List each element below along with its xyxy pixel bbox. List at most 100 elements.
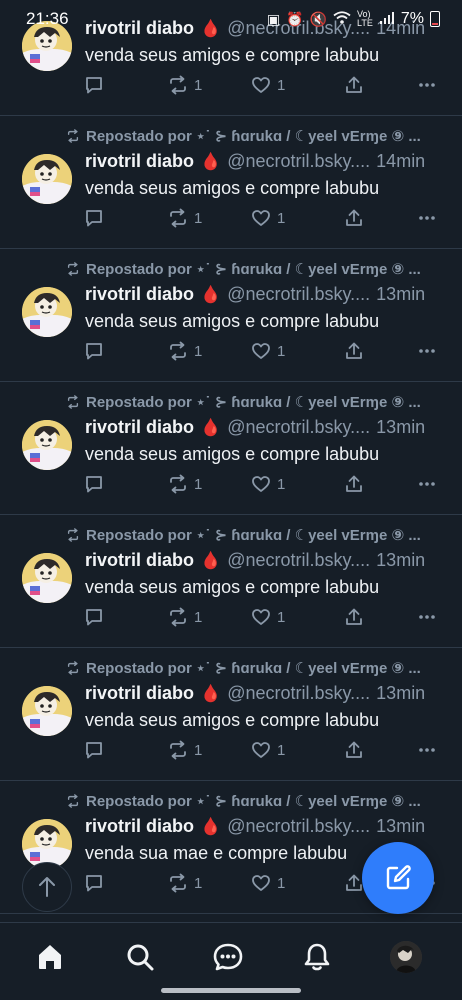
author-name[interactable]: rivotril diabo [85, 151, 194, 172]
more-options-button[interactable] [417, 341, 437, 361]
repost-button[interactable]: 1 [168, 607, 202, 627]
feed-post[interactable]: Repostado por ⋆˙ ⊱ ɦɑrukɑ / ☾yeel vErɱe … [0, 648, 462, 781]
feed-post[interactable]: Repostado por ⋆˙ ⊱ ɦɑrukɑ / ☾yeel vErɱe … [0, 515, 462, 648]
like-button[interactable]: 1 [251, 607, 285, 627]
repost-button[interactable]: 1 [168, 474, 202, 494]
heart-icon [251, 607, 271, 627]
share-button[interactable] [344, 740, 364, 760]
post-text: venda seus amigos e compre labubu [85, 710, 380, 730]
author-name[interactable]: rivotril diabo [85, 417, 194, 438]
share-button[interactable] [344, 208, 364, 228]
repost-button[interactable]: 1 [168, 208, 202, 228]
author-avatar[interactable] [22, 154, 72, 204]
reply-button[interactable] [84, 873, 110, 893]
share-button[interactable] [344, 75, 364, 95]
share-button[interactable] [344, 873, 364, 893]
profile-avatar [390, 941, 422, 973]
share-button[interactable] [344, 341, 364, 361]
more-options-button[interactable] [417, 740, 437, 760]
reply-button[interactable] [84, 740, 110, 760]
nav-search-button[interactable] [120, 937, 160, 977]
repost-indicator[interactable]: Repostado por ⋆˙ ⊱ ɦɑrukɑ / ☾yeel vErɱe … [66, 525, 421, 545]
reply-button[interactable] [84, 341, 110, 361]
like-button[interactable]: 1 [251, 75, 285, 95]
like-count: 1 [277, 741, 286, 759]
repost-indicator[interactable]: Repostado por ⋆˙ ⊱ ɦɑrukɑ / ☾yeel vErɱe … [66, 791, 421, 811]
author-avatar[interactable] [22, 686, 72, 736]
repost-small-icon [66, 661, 80, 675]
author-handle[interactable]: @necrotril.bsky.... [227, 683, 370, 704]
nav-chat-button[interactable] [208, 937, 248, 977]
reply-button[interactable] [84, 75, 110, 95]
author-name[interactable]: rivotril diabo [85, 284, 194, 305]
feed-post[interactable]: Repostado por ⋆˙ ⊱ ɦɑrukɑ / ☾yeel vErɱe … [0, 249, 462, 382]
post-time[interactable]: 13min [376, 284, 425, 305]
repost-icon [168, 740, 188, 760]
sd-card-icon: ▣ [266, 10, 281, 27]
nav-notifications-button[interactable] [297, 937, 337, 977]
author-avatar[interactable] [22, 553, 72, 603]
like-button[interactable]: 1 [251, 341, 285, 361]
reposted-by-label: Repostado por ⋆˙ ⊱ ɦɑrukɑ / ☾yeel vErɱe … [86, 527, 421, 544]
more-icon [417, 341, 437, 361]
more-options-button[interactable] [417, 474, 437, 494]
share-button[interactable] [344, 474, 364, 494]
author-handle[interactable]: @necrotril.bsky.... [227, 417, 370, 438]
post-time[interactable]: 13min [376, 683, 425, 704]
author-name[interactable]: rivotril diabo [85, 683, 194, 704]
share-button[interactable] [344, 607, 364, 627]
reply-icon [84, 341, 104, 361]
scroll-to-top-button[interactable] [22, 862, 72, 912]
post-text: venda seus amigos e compre labubu [85, 311, 380, 331]
author-handle[interactable]: @necrotril.bsky.... [227, 816, 370, 837]
post-actions: 1 1 [84, 607, 444, 631]
repost-indicator[interactable]: Repostado por ⋆˙ ⊱ ɦɑrukɑ / ☾yeel vErɱe … [66, 392, 421, 412]
repost-small-icon [66, 129, 80, 143]
status-icons: ▣ ⏰ 🔇 Vo) LTE 7% [267, 10, 440, 28]
repost-count: 1 [194, 874, 203, 892]
author-handle[interactable]: @necrotril.bsky.... [227, 151, 370, 172]
repost-button[interactable]: 1 [168, 75, 202, 95]
repost-indicator[interactable]: Repostado por ⋆˙ ⊱ ɦɑrukɑ / ☾yeel vErɱe … [66, 126, 421, 146]
repost-button[interactable]: 1 [168, 341, 202, 361]
post-time[interactable]: 13min [376, 816, 425, 837]
more-options-button[interactable] [417, 208, 437, 228]
author-name[interactable]: rivotril diabo [85, 550, 194, 571]
like-button[interactable]: 1 [251, 474, 285, 494]
author-name[interactable]: rivotril diabo [85, 816, 194, 837]
author-handle[interactable]: @necrotril.bsky.... [227, 550, 370, 571]
blood-drop-icon: 🩸 [200, 418, 222, 437]
feed-post[interactable]: Repostado por ⋆˙ ⊱ ɦɑrukɑ / ☾yeel vErɱe … [0, 116, 462, 249]
post-time[interactable]: 13min [376, 550, 425, 571]
like-button[interactable]: 1 [251, 873, 285, 893]
repost-indicator[interactable]: Repostado por ⋆˙ ⊱ ɦɑrukɑ / ☾yeel vErɱe … [66, 658, 421, 678]
like-button[interactable]: 1 [251, 740, 285, 760]
like-button[interactable]: 1 [251, 208, 285, 228]
blood-drop-icon: 🩸 [200, 152, 222, 171]
signal-icon [379, 11, 395, 28]
battery-percent: 7% [400, 10, 424, 27]
reply-button[interactable] [84, 607, 110, 627]
repost-button[interactable]: 1 [168, 873, 202, 893]
nav-profile-button[interactable] [386, 937, 426, 977]
post-text: venda seus amigos e compre labubu [85, 178, 380, 198]
reply-button[interactable] [84, 474, 110, 494]
more-options-button[interactable] [417, 75, 437, 95]
author-avatar[interactable] [22, 420, 72, 470]
author-avatar[interactable] [22, 287, 72, 337]
share-icon [344, 208, 364, 228]
repost-indicator[interactable]: Repostado por ⋆˙ ⊱ ɦɑrukɑ / ☾yeel vErɱe … [66, 259, 421, 279]
repost-small-icon [66, 395, 80, 409]
reply-button[interactable] [84, 208, 110, 228]
more-options-button[interactable] [417, 607, 437, 627]
feed-post[interactable]: Repostado por ⋆˙ ⊱ ɦɑrukɑ / ☾yeel vErɱe … [0, 382, 462, 515]
post-time[interactable]: 14min [376, 151, 425, 172]
alarm-icon: ⏰ [286, 10, 304, 27]
compose-button[interactable] [362, 842, 434, 914]
post-time[interactable]: 13min [376, 417, 425, 438]
repost-icon [168, 341, 188, 361]
feed[interactable]: rivotril diabo 🩸 @necrotril.bsky.... 14m… [0, 0, 462, 920]
author-handle[interactable]: @necrotril.bsky.... [227, 284, 370, 305]
nav-home-button[interactable] [30, 937, 70, 977]
repost-button[interactable]: 1 [168, 740, 202, 760]
